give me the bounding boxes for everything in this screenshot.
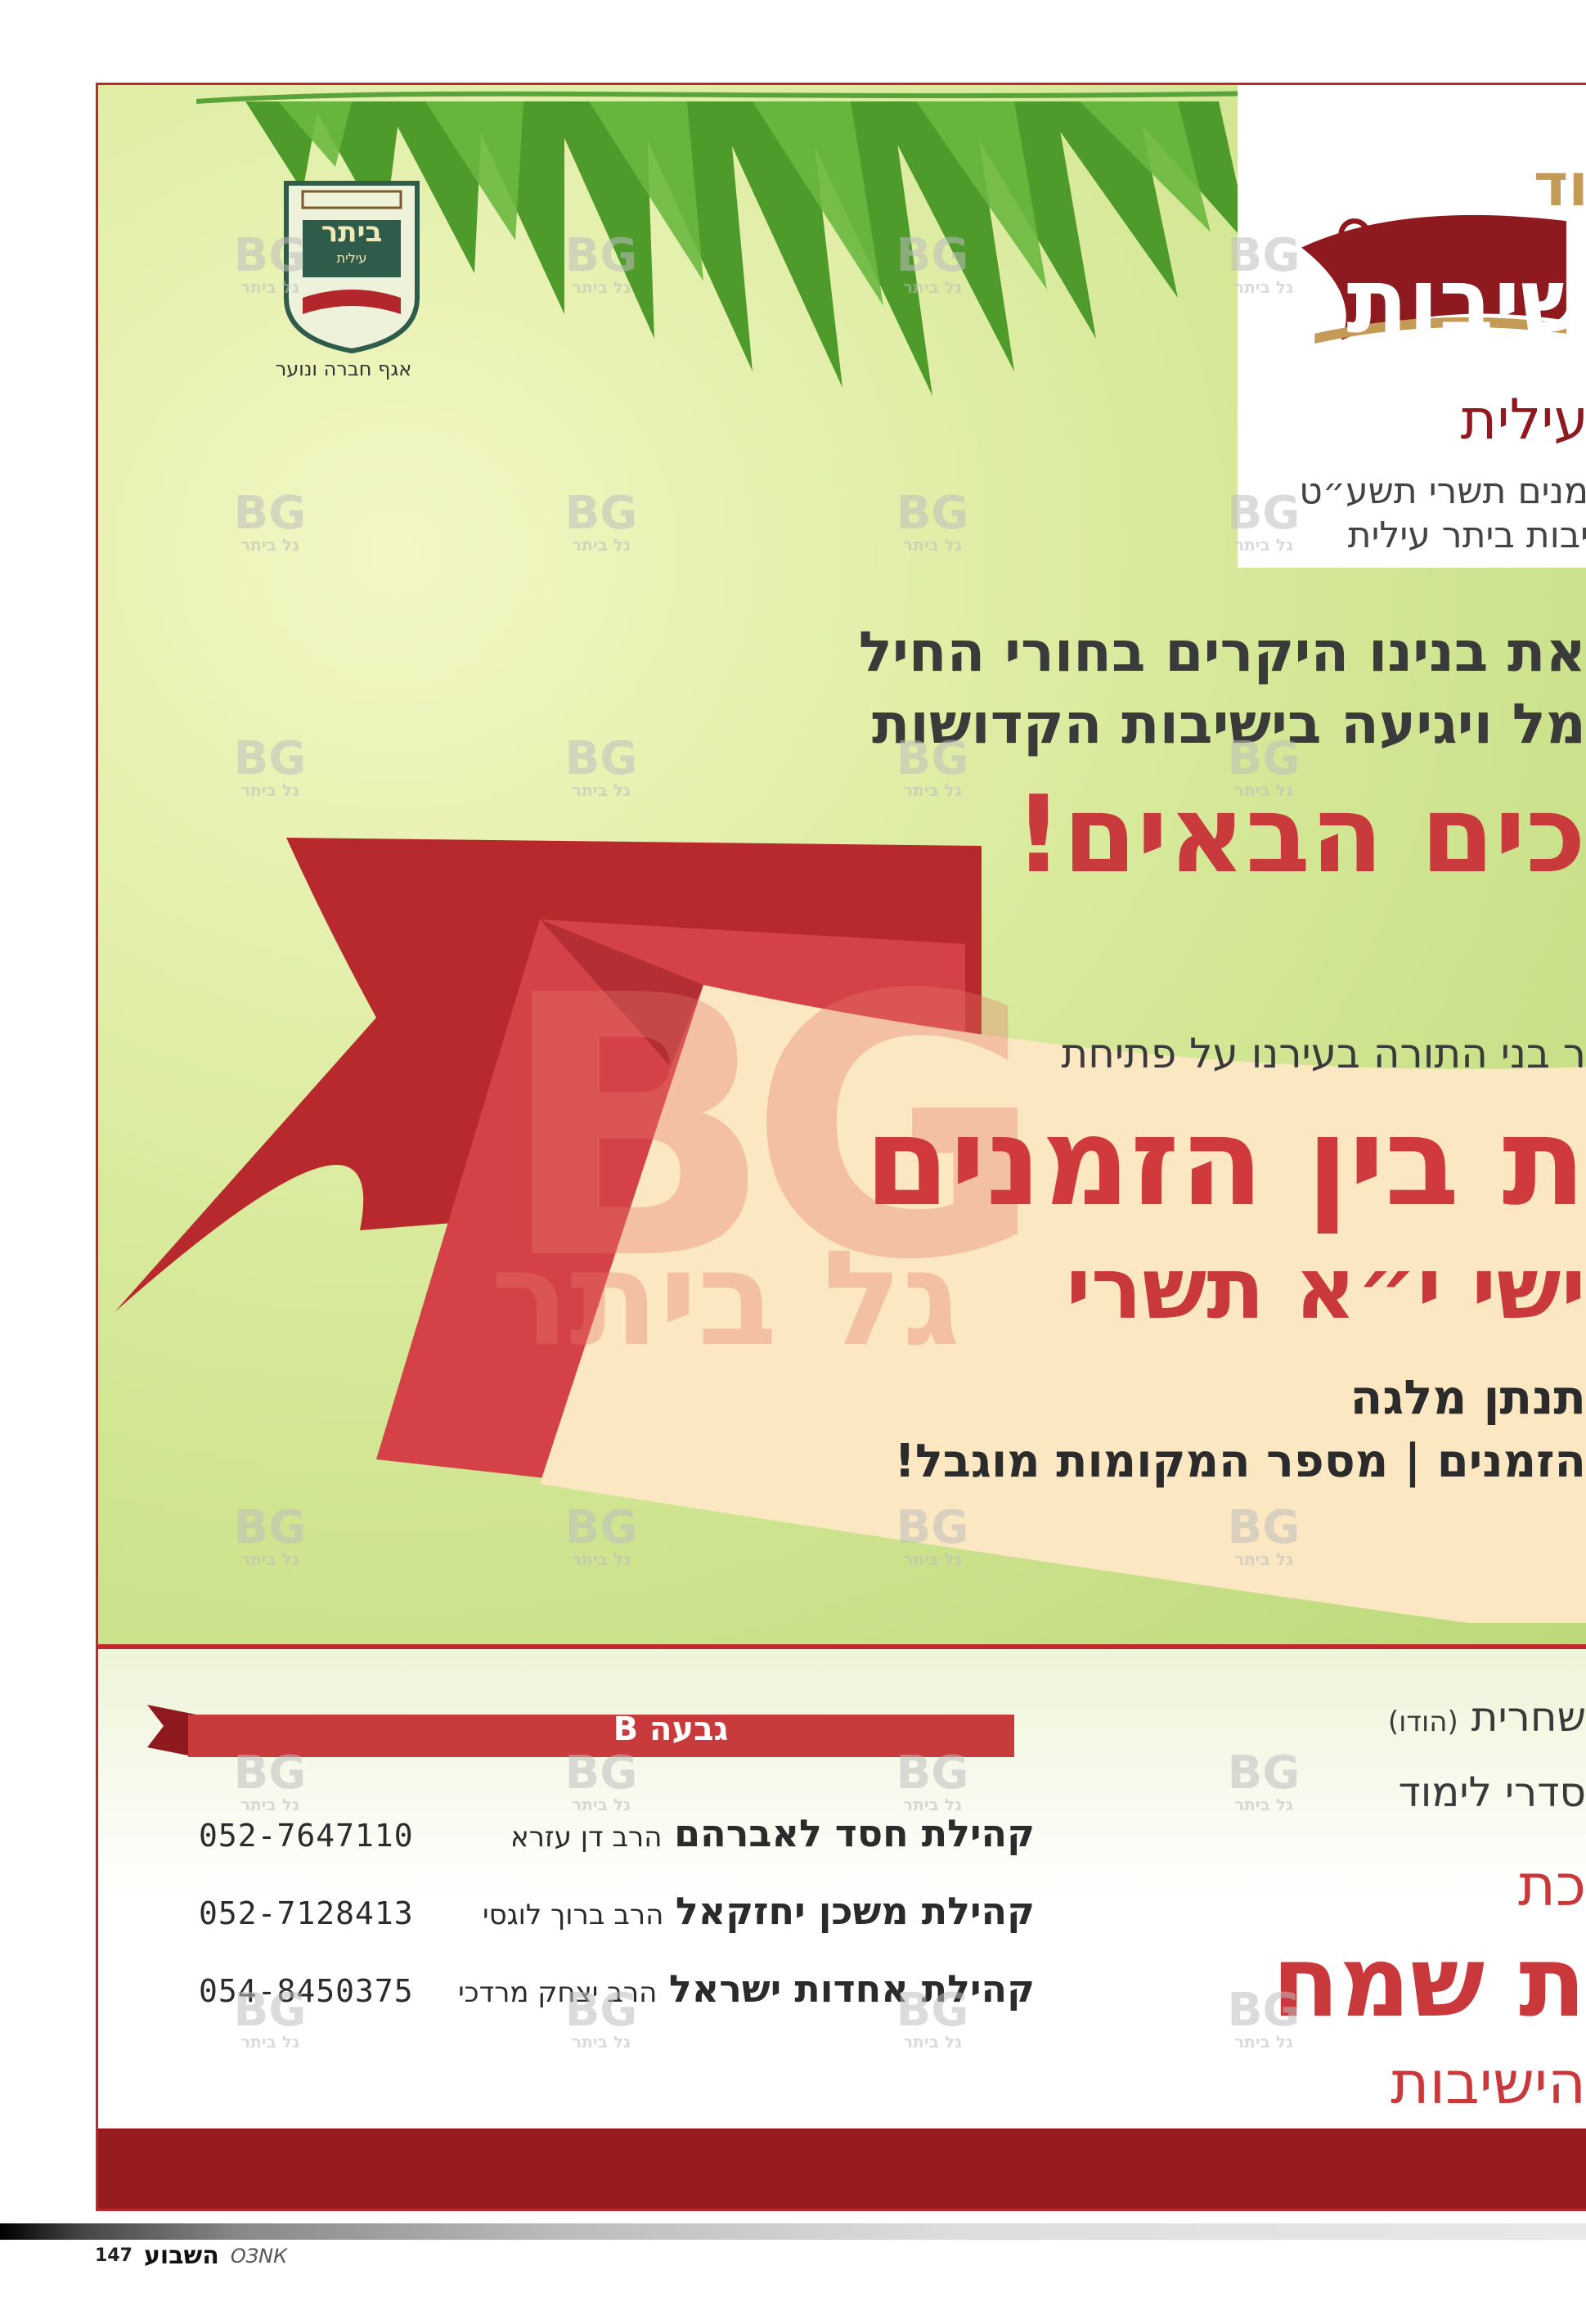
brand-info-line1: מנים תשרי תשע״ט — [1299, 470, 1586, 512]
community-name: קהילת אחדות ישראל — [668, 1967, 1035, 2011]
watermark-tile: BG גל ביתר — [887, 1984, 977, 2051]
schedule-line3: כת — [1517, 1852, 1586, 1919]
schedule-note: (הודו) — [1387, 1706, 1458, 1738]
watermark-tile-mark: BG — [233, 487, 307, 540]
watermark-tile-mark: BG — [564, 487, 638, 540]
watermark-tile: BG גל ביתר — [556, 1984, 646, 2051]
watermark-tile: BG גל ביתר — [1219, 732, 1309, 799]
table-row: קהילת חסד לאברהם הרב דן עזרא 052-7647110 — [147, 1811, 1035, 1868]
banner-line2: ת בין הזמנים — [864, 1091, 1586, 1234]
rabbi-name: הרב דן עזרא — [510, 1821, 663, 1854]
table-title: גבעה B — [613, 1710, 729, 1748]
phone-number: 052-7647110 — [199, 1818, 414, 1854]
banner-line1: ר בני התורה בעירנו על פתיחת — [1061, 1030, 1586, 1077]
brand-top-text: וד — [1533, 151, 1586, 219]
page-number: 147 — [95, 2245, 133, 2266]
community-name: קהילת חסד לאברהם — [674, 1811, 1035, 1855]
banner-line4: תנתן מלגה — [1350, 1369, 1586, 1425]
table-row: קהילת משכן יחזקאל הרב ברוך לוגסי 052-712… — [147, 1889, 1035, 1946]
watermark-tile-mark: BG — [233, 229, 307, 282]
row-name: קהילת משכן יחזקאל הרב ברוך לוגסי — [483, 1889, 1035, 1933]
watermark-tile: BG גל ביתר — [225, 1746, 315, 1814]
schedule-line2: סדרי לימוד — [1398, 1769, 1586, 1816]
watermark-tile-mark: BG — [896, 1984, 969, 2037]
watermark-tile: BG גל ביתר — [556, 1746, 646, 1814]
watermark-tile-mark: BG — [1227, 229, 1301, 282]
watermark-tile-mark: BG — [1227, 1746, 1301, 1800]
watermark-tile-mark: BG — [1227, 487, 1301, 540]
brand-sub-text: עילית — [1460, 388, 1586, 452]
watermark-tile: BG גל ביתר — [225, 1501, 315, 1568]
logo-caption: אגף חברה ונוער — [275, 357, 412, 380]
brand-info-line2: יבות ביתר עילית — [1347, 515, 1586, 556]
banner-line3: ישי י״א תשרי — [1066, 1238, 1586, 1338]
publication-name: השבוע — [143, 2241, 219, 2270]
watermark-tile-mark: BG — [564, 1984, 638, 2037]
section-divider — [98, 1644, 1586, 1649]
rabbi-name: הרב ברוך לוגסי — [482, 1899, 664, 1931]
watermark-tile: BG גל ביתר — [887, 229, 977, 296]
watermark-tile: BG גל ביתר — [556, 732, 646, 799]
watermark-tile: BG גל ביתר — [556, 1501, 646, 1568]
watermark-tile-mark: BG — [564, 732, 638, 785]
watermark-tile-mark: BG — [896, 1501, 969, 1554]
watermark-tile: BG גל ביתר — [887, 487, 977, 554]
watermark-tile: BG גל ביתר — [1219, 1984, 1309, 2051]
brand-main-text: שיבות — [1346, 249, 1586, 353]
watermark-tile-mark: BG — [564, 1746, 638, 1800]
watermark-big-text: גל ביתר — [491, 1222, 961, 1375]
watermark-tile: BG גל ביתר — [887, 1746, 977, 1814]
community-name: קהילת משכן יחזקאל — [675, 1889, 1035, 1933]
footer-band — [98, 2128, 1586, 2209]
watermark-tile: BG גל ביתר — [1219, 229, 1309, 296]
watermark-tile: BG גל ביתר — [556, 487, 646, 554]
schedule-line5: הישיבות — [1391, 2048, 1586, 2117]
watermark-tile: BG גל ביתר — [1219, 1501, 1309, 1568]
folio-bar — [0, 2223, 1586, 2240]
watermark-tile-mark: BG — [1227, 732, 1301, 785]
folio: 147 השבוע ОЗNК — [95, 2241, 287, 2270]
watermark-tile: BG גל ביתר — [1219, 487, 1309, 554]
watermark-tile-mark: BG — [233, 1984, 307, 2037]
phone-number: 052-7128413 — [199, 1895, 414, 1931]
headline-line1: את בנינו היקרים בחורי החיל — [858, 620, 1586, 685]
watermark-tile-mark: BG — [564, 1501, 638, 1554]
watermark-tile-mark: BG — [233, 1746, 307, 1800]
watermark-tile-mark: BG — [896, 229, 969, 282]
schedule-line4: ת שמח — [1271, 1926, 1586, 2039]
watermark-tile: BG גל ביתר — [225, 1984, 315, 2051]
watermark-tile: BG גל ביתר — [556, 229, 646, 296]
watermark-tile-mark: BG — [233, 732, 307, 785]
advert-frame: ביתר עילית אגף חברה ונוער וד שיבות עילית… — [96, 83, 1586, 2211]
watermark-tile: BG גל ביתר — [1219, 1746, 1309, 1814]
watermark-tile: BG גל ביתר — [887, 1501, 977, 1568]
schedule-shacharit: שחרית — [1471, 1693, 1586, 1741]
watermark-tile-mark: BG — [1227, 1501, 1301, 1554]
watermark-tile: BG גל ביתר — [225, 487, 315, 554]
watermark-tile-mark: BG — [896, 1746, 969, 1800]
watermark-tile: BG גל ביתר — [225, 229, 315, 296]
publication-latin: ОЗNК — [230, 2244, 288, 2268]
watermark-tile: BG גל ביתר — [887, 732, 977, 799]
watermark-tile: BG גל ביתר — [225, 732, 315, 799]
schedule-line1: שחרית (הודו) — [1388, 1693, 1586, 1741]
row-name: קהילת חסד לאברהם הרב דן עזרא — [510, 1811, 1035, 1855]
watermark-tile-mark: BG — [896, 487, 969, 540]
brand-info: מנים תשרי תשע״ט יבות ביתר עילית — [1299, 470, 1586, 558]
banner-line5: הזמנים | מספר המקומות מוגבל! — [894, 1435, 1586, 1488]
watermark-tile-mark: BG — [1227, 1984, 1301, 2037]
watermark-tile-mark: BG — [564, 229, 638, 282]
watermark-tile-mark: BG — [233, 1501, 307, 1554]
watermark-tile-mark: BG — [896, 732, 969, 785]
